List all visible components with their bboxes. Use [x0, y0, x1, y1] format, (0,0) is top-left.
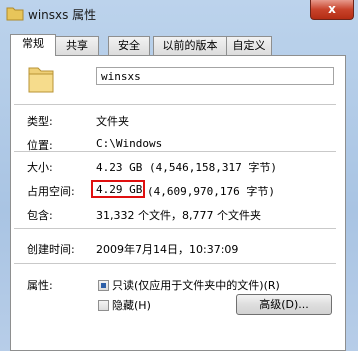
- hidden-label[interactable]: 隐藏(H): [112, 297, 151, 313]
- size-on-disk-label: 占用空间:: [27, 185, 75, 198]
- folder-name-input[interactable]: winsxs: [96, 67, 334, 85]
- contains-label: 包含:: [27, 209, 53, 222]
- contains-value: 31,332 个文件，8,777 个文件夹: [96, 209, 261, 222]
- created-value: 2009年7月14日，10:37:09: [96, 243, 239, 256]
- size-on-disk-value: 4.29 GB: [96, 183, 143, 196]
- created-label: 创建时间:: [27, 243, 75, 256]
- divider: [14, 263, 336, 264]
- tab-customize[interactable]: 自定义: [226, 36, 272, 55]
- close-button[interactable]: x: [310, 0, 354, 20]
- tab-previous-versions[interactable]: 以前的版本: [153, 36, 227, 55]
- size-label: 大小:: [27, 161, 53, 174]
- type-value: 文件夹: [96, 115, 129, 128]
- tab-sharing[interactable]: 共享: [55, 36, 99, 55]
- divider: [14, 151, 336, 152]
- large-folder-icon: [28, 67, 54, 93]
- type-label: 类型:: [27, 115, 53, 128]
- tab-general[interactable]: 常规: [10, 34, 56, 56]
- location-value: C:\Windows: [96, 137, 163, 150]
- folder-icon: [6, 7, 24, 21]
- hidden-checkbox[interactable]: [98, 300, 109, 311]
- close-icon: x: [328, 2, 336, 16]
- tab-security[interactable]: 安全: [108, 36, 150, 55]
- advanced-button[interactable]: 高级(D)...: [236, 294, 332, 315]
- readonly-checkbox[interactable]: [98, 280, 109, 291]
- window-title: winsxs 属性: [28, 8, 97, 22]
- attributes-label: 属性:: [27, 279, 53, 292]
- divider: [14, 104, 336, 105]
- size-on-disk-bytes: (4,609,970,176 字节): [147, 185, 275, 198]
- readonly-label[interactable]: 只读(仅应用于文件夹中的文件)(R): [112, 277, 280, 293]
- size-value: 4.23 GB (4,546,158,317 字节): [96, 161, 277, 174]
- title-bar: winsxs 属性 x: [0, 0, 358, 30]
- divider: [14, 228, 336, 229]
